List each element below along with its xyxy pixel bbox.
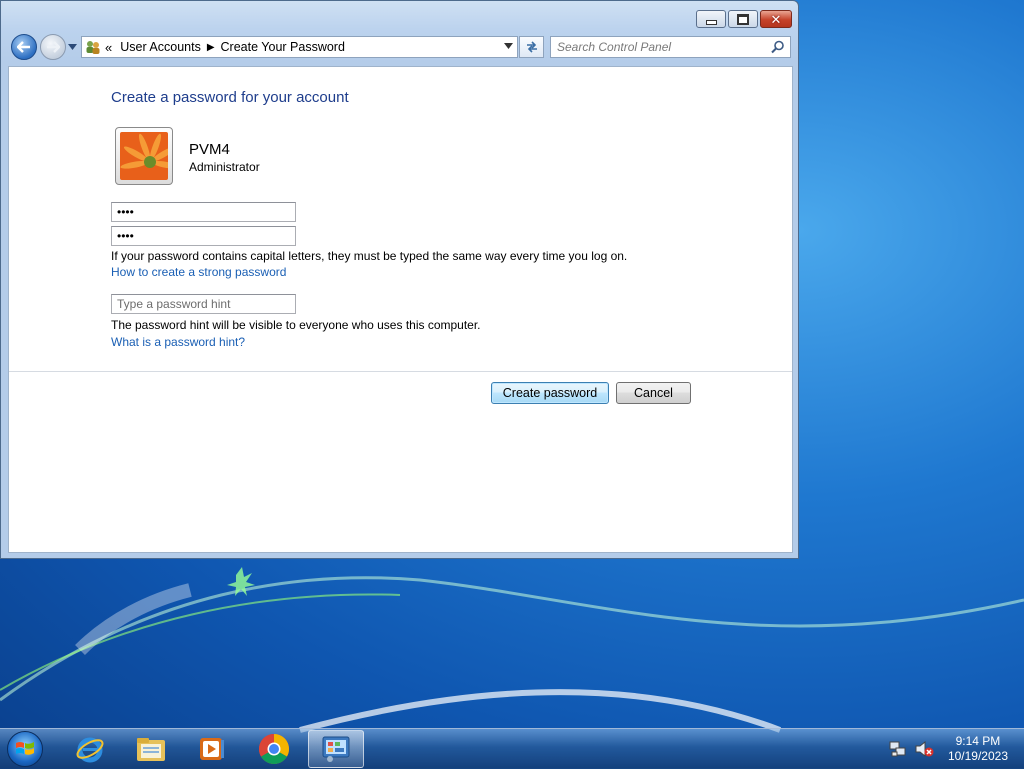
- internet-explorer-icon: [76, 737, 104, 763]
- system-tray: [888, 729, 934, 769]
- avatar: [115, 127, 173, 185]
- search-box[interactable]: [550, 36, 791, 58]
- password-hint-help-link[interactable]: What is a password hint?: [111, 335, 245, 349]
- clock-date: 10/19/2023: [947, 749, 1008, 763]
- network-icon[interactable]: [888, 740, 908, 758]
- refresh-icon: [526, 41, 537, 53]
- back-button[interactable]: [11, 34, 37, 60]
- chevron-down-icon: [67, 44, 77, 50]
- divider: [9, 371, 792, 372]
- hint-visibility-note: The password hint will be visible to eve…: [111, 318, 481, 332]
- windows-explorer-icon: [137, 738, 165, 761]
- forward-button[interactable]: [40, 34, 66, 60]
- taskbar: 9:14 PM 10/19/2023: [0, 728, 1024, 769]
- taskbar-chrome[interactable]: [246, 730, 302, 768]
- confirm-password-field[interactable]: [111, 226, 296, 246]
- content-pane: Create a password for your account PVM4 …: [8, 66, 793, 553]
- forward-arrow-icon: [47, 41, 60, 53]
- user-role: Administrator: [189, 160, 260, 174]
- chevron-down-icon[interactable]: [504, 43, 513, 49]
- breadcrumb-overflow[interactable]: «: [105, 40, 112, 55]
- control-panel-window: ✕ « User Accounts ▶ Create Your Password…: [0, 0, 799, 559]
- new-password-field[interactable]: [111, 202, 296, 222]
- search-input[interactable]: [551, 39, 764, 55]
- close-button[interactable]: ✕: [760, 10, 792, 28]
- breadcrumb-user-accounts[interactable]: User Accounts: [120, 40, 201, 54]
- chrome-icon: [258, 734, 290, 765]
- flower-picture-icon: [120, 132, 168, 180]
- clock-time: 9:14 PM: [955, 734, 1001, 748]
- start-button[interactable]: [7, 731, 43, 767]
- maximize-button[interactable]: [728, 10, 758, 28]
- refresh-button[interactable]: [519, 36, 544, 58]
- back-arrow-icon: [17, 41, 30, 53]
- user-name: PVM4: [189, 141, 230, 158]
- close-icon: ✕: [770, 11, 782, 27]
- breadcrumb-separator-icon[interactable]: ▶: [207, 42, 215, 53]
- user-accounts-icon: [86, 41, 100, 54]
- address-bar[interactable]: « User Accounts ▶ Create Your Password: [81, 36, 518, 58]
- windows-logo-icon: [16, 742, 34, 755]
- taskbar-media-player[interactable]: [184, 730, 240, 768]
- media-player-icon: [200, 738, 224, 760]
- control-panel-icon: [322, 736, 350, 762]
- page-title: Create a password for your account: [111, 89, 349, 106]
- create-password-button[interactable]: Create password: [491, 382, 609, 404]
- search-icon[interactable]: [771, 40, 785, 54]
- strong-password-link[interactable]: How to create a strong password: [111, 265, 286, 279]
- password-hint-field[interactable]: [111, 294, 296, 314]
- cancel-button[interactable]: Cancel: [616, 382, 691, 404]
- maximize-icon: [737, 13, 749, 25]
- taskbar-internet-explorer[interactable]: [62, 730, 118, 768]
- capital-letters-note: If your password contains capital letter…: [111, 249, 628, 263]
- clock[interactable]: 9:14 PM 10/19/2023: [948, 734, 1008, 764]
- minimize-button[interactable]: [696, 10, 726, 28]
- taskbar-control-panel[interactable]: [308, 730, 364, 768]
- recent-pages-button[interactable]: [67, 42, 77, 52]
- caption-buttons: ✕: [696, 10, 792, 28]
- breadcrumb-create-password[interactable]: Create Your Password: [221, 40, 345, 54]
- speaker-muted-icon[interactable]: [914, 740, 934, 758]
- minimize-icon: [705, 19, 717, 25]
- taskbar-windows-explorer[interactable]: [123, 730, 179, 768]
